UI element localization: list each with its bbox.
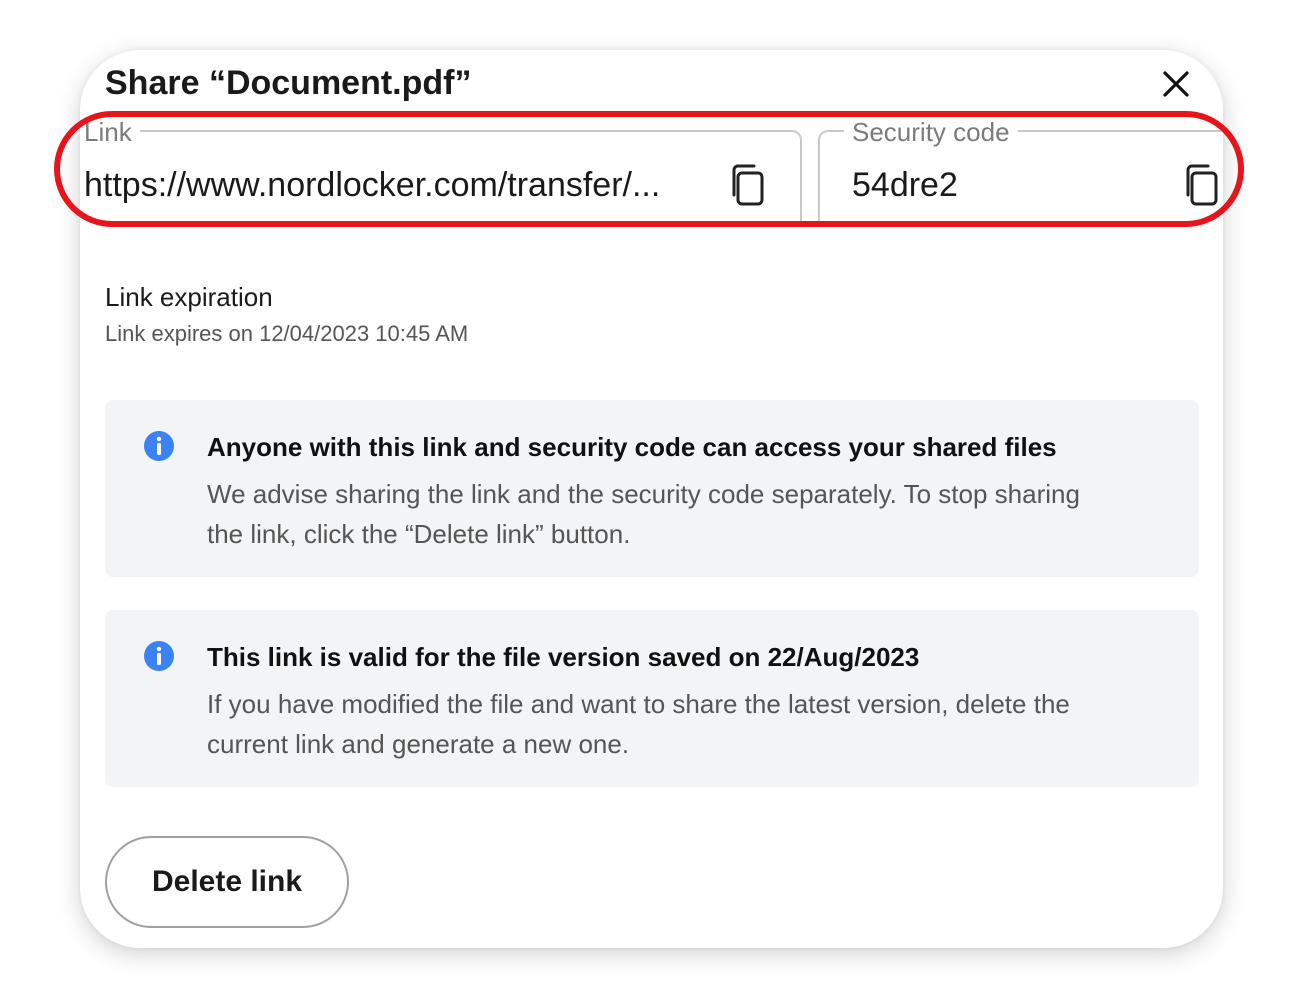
security-code-value[interactable]: 54dre2 [852, 166, 958, 205]
security-code-label: Security code [844, 117, 1018, 148]
info-box-access: Anyone with this link and security code … [105, 400, 1199, 577]
close-icon [1163, 71, 1189, 97]
info-body: We advise sharing the link and the secur… [207, 479, 1080, 549]
link-expiration-date: Link expires on 12/04/2023 10:45 AM [105, 321, 469, 346]
info-box-version: This link is valid for the file version … [105, 610, 1199, 787]
security-code-field[interactable]: Security code 54dre2 [818, 117, 1223, 224]
share-dialog: Share “Document.pdf” Link https://www.no… [80, 50, 1223, 948]
copy-icon [732, 164, 764, 206]
info-body: If you have modified the file and want t… [207, 689, 1070, 759]
dialog-title: Share “Document.pdf” [105, 64, 472, 102]
close-button[interactable] [1158, 66, 1194, 102]
copy-link-button[interactable] [728, 162, 768, 208]
info-heading: Anyone with this link and security code … [207, 432, 1057, 462]
copy-security-code-button[interactable] [1182, 162, 1222, 208]
link-field[interactable]: Link https://www.nordlocker.com/transfer… [80, 117, 802, 224]
copy-icon [1186, 164, 1218, 206]
delete-link-button[interactable]: Delete link [105, 836, 349, 928]
link-field-label: Link [80, 117, 140, 148]
link-expiration-title: Link expiration [105, 282, 273, 312]
info-icon [144, 641, 174, 671]
link-field-value[interactable]: https://www.nordlocker.com/transfer/... [84, 166, 660, 205]
info-icon [144, 431, 174, 461]
info-heading: This link is valid for the file version … [207, 642, 920, 672]
